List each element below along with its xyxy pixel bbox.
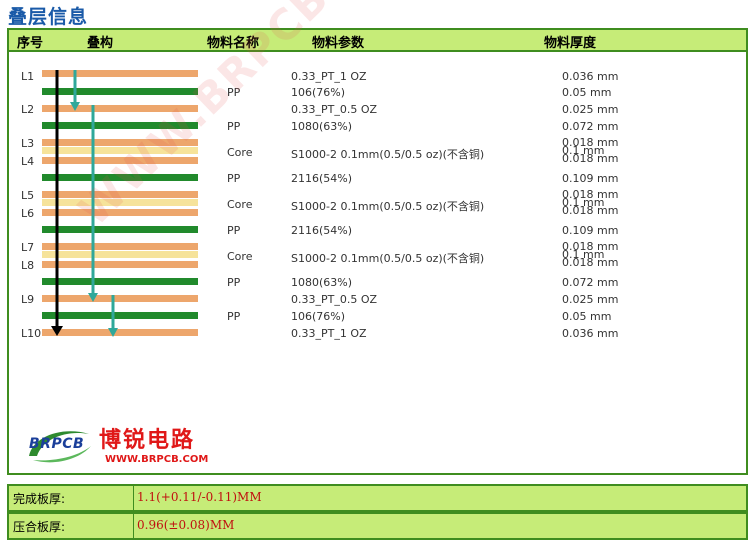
material-name: Core [227, 198, 253, 211]
brpcb-logo: BRPCB 博锐电路 WWW.BRPCB.COM [23, 422, 243, 477]
pressed-thickness-value: 0.96(±0.08)MM [137, 518, 235, 532]
material-param: 1080(63%) [291, 120, 353, 133]
thickness-value: 0.018 mm [562, 204, 619, 217]
material-param: 1080(63%) [291, 276, 353, 289]
through-hole-arrow-icon [51, 70, 63, 336]
material-param: S1000-2 0.1mm(0.5/0.5 oz)(不含铜) [291, 148, 485, 161]
material-param: 0.33_PT_0.5 OZ [291, 293, 378, 306]
material-param: 0.33_PT_0.5 OZ [291, 103, 378, 116]
material-param: S1000-2 0.1mm(0.5/0.5 oz)(不含铜) [291, 200, 485, 213]
layer-label: L8 [21, 259, 35, 272]
layer-label: L1 [21, 70, 35, 83]
blind-via-arrow-icon [108, 295, 118, 337]
thickness-value: 0.036 mm [562, 327, 619, 340]
pressed-thickness-row: 压合板厚: 0.96(±0.08)MM [7, 512, 748, 540]
layer-label: L7 [21, 241, 35, 254]
blind-via-arrow-icon [70, 70, 80, 111]
material-param: 106(76%) [291, 310, 346, 323]
thickness-value: 0.025 mm [562, 103, 619, 116]
logo-brand: BRPCB [29, 436, 85, 452]
stackup-table: 序号 叠构 物料名称 物料参数 物料厚度 L1 L2 L3 L4 L5 L6 L… [7, 0, 748, 477]
thickness-group: 0.018 mm 0.1 mm 0.018 mm [562, 189, 619, 217]
logo-cn-name: 博锐电路 [99, 427, 196, 453]
thickness-value: 0.109 mm [562, 172, 619, 185]
material-name: PP [227, 120, 241, 133]
thickness-value: 0.05 mm [562, 86, 612, 99]
layer-label: L6 [21, 207, 35, 220]
layer-label: L3 [21, 137, 35, 150]
material-name: PP [227, 276, 241, 289]
thickness-value: 0.109 mm [562, 224, 619, 237]
thickness-value: 0.036 mm [562, 70, 619, 83]
material-param: 2116(54%) [291, 172, 353, 185]
thickness-value: 0.072 mm [562, 276, 619, 289]
pressed-thickness-label: 压合板厚: [9, 514, 134, 538]
material-name: PP [227, 172, 241, 185]
thickness-group: 0.018 mm 0.1 mm 0.018 mm [562, 137, 619, 165]
material-param: 0.33_PT_1 OZ [291, 327, 367, 340]
material-param: 2116(54%) [291, 224, 353, 237]
page-title: 叠层信息 [8, 6, 89, 28]
material-param: 106(76%) [291, 86, 346, 99]
finished-thickness-value: 1.1(+0.11/-0.11)MM [137, 490, 262, 504]
thickness-value: 0.018 mm [562, 256, 619, 269]
layer-label: L9 [21, 293, 35, 306]
finished-thickness-label: 完成板厚: [9, 486, 134, 510]
material-name: Core [227, 146, 253, 159]
thickness-value: 0.025 mm [562, 293, 619, 306]
material-param: 0.33_PT_1 OZ [291, 70, 367, 83]
material-param: S1000-2 0.1mm(0.5/0.5 oz)(不含铜) [291, 252, 485, 265]
thickness-group: 0.018 mm 0.1 mm 0.018 mm [562, 241, 619, 269]
finished-thickness-row: 完成板厚: 1.1(+0.11/-0.11)MM [7, 484, 748, 512]
layer-label: L10 [21, 327, 42, 340]
layer-label: L4 [21, 155, 35, 168]
thickness-value: 0.05 mm [562, 310, 612, 323]
logo-url: WWW.BRPCB.COM [105, 454, 209, 465]
material-name: Core [227, 250, 253, 263]
material-name: PP [227, 224, 241, 237]
thickness-value: 0.018 mm [562, 152, 619, 165]
thickness-value: 0.072 mm [562, 120, 619, 133]
material-name: PP [227, 310, 241, 323]
layer-label: L2 [21, 103, 35, 116]
layer-label: L5 [21, 189, 35, 202]
